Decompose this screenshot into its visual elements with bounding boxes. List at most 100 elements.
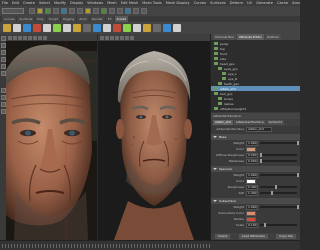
shelf-tool-icon[interactable] bbox=[23, 24, 31, 32]
slider-handle[interactable] bbox=[271, 191, 274, 195]
layout-single-icon[interactable] bbox=[0, 88, 6, 93]
color-swatch[interactable] bbox=[246, 216, 256, 222]
shelf-tool-icon[interactable] bbox=[103, 24, 111, 32]
shelf-tool-icon[interactable] bbox=[13, 24, 21, 32]
status-tool-icon[interactable] bbox=[61, 8, 67, 14]
attribute-value-input[interactable]: 1.000 bbox=[246, 140, 258, 146]
panel-tab[interactable]: Outliner bbox=[264, 34, 282, 40]
panel-bottom-button[interactable]: Select bbox=[215, 234, 231, 239]
menu-item[interactable]: Cache bbox=[277, 1, 288, 5]
slider-handle[interactable] bbox=[274, 185, 277, 189]
shelf-tool-icon[interactable] bbox=[43, 24, 51, 32]
shelf-tool-icon[interactable] bbox=[93, 24, 101, 32]
lasso-tool-icon[interactable] bbox=[0, 43, 6, 48]
shelf-tool-icon[interactable] bbox=[63, 24, 71, 32]
shelf-tool-icon[interactable] bbox=[143, 24, 151, 32]
shelf-tool-icon[interactable] bbox=[163, 24, 171, 32]
attribute-slider[interactable] bbox=[260, 173, 299, 177]
shelf-tool-icon[interactable] bbox=[123, 24, 131, 32]
shaded-icon[interactable] bbox=[23, 35, 27, 40]
attribute-slider[interactable] bbox=[260, 185, 297, 189]
menu-item[interactable]: Mesh bbox=[107, 1, 116, 5]
paint-select-icon[interactable] bbox=[0, 50, 6, 55]
attribute-value-input[interactable]: 0.100 bbox=[246, 222, 258, 228]
shelf-tool-icon[interactable] bbox=[173, 24, 181, 32]
shadows-icon[interactable] bbox=[38, 35, 42, 40]
outliner-item[interactable]: aiSkyDomeLight1 bbox=[211, 106, 300, 111]
status-tool-icon[interactable] bbox=[85, 8, 91, 14]
color-swatch[interactable] bbox=[246, 146, 256, 152]
mode-selector[interactable] bbox=[2, 8, 24, 14]
status-tool-icon[interactable] bbox=[93, 8, 99, 14]
attribute-value-input[interactable]: 0.000 bbox=[246, 152, 258, 158]
shelf-tool-icon[interactable] bbox=[33, 24, 41, 32]
shelf-tool-icon[interactable] bbox=[153, 24, 161, 32]
menu-item[interactable]: Select bbox=[39, 1, 50, 5]
menu-item[interactable]: Create bbox=[23, 1, 35, 5]
timeline[interactable] bbox=[0, 240, 300, 250]
scale-tool-icon[interactable] bbox=[0, 71, 6, 76]
status-tool-icon[interactable] bbox=[133, 8, 139, 14]
snapshot-icon[interactable] bbox=[110, 35, 114, 40]
slider-handle[interactable] bbox=[260, 153, 262, 157]
shelf-tool-icon[interactable] bbox=[83, 24, 91, 32]
attribute-slider[interactable] bbox=[260, 223, 297, 227]
layout-four-icon[interactable] bbox=[0, 95, 6, 100]
menu-item[interactable]: Deform bbox=[230, 1, 243, 5]
shelf-tool-icon[interactable] bbox=[73, 24, 81, 32]
ae-node-tab[interactable]: aiSkin_shd bbox=[213, 120, 233, 125]
viewport-render[interactable] bbox=[98, 41, 210, 240]
attribute-slider[interactable] bbox=[260, 141, 299, 145]
viewport-closeup[interactable] bbox=[6, 41, 97, 240]
panel-bottom-button[interactable]: Load Attributes bbox=[238, 234, 268, 239]
color-swatch[interactable] bbox=[246, 210, 256, 216]
attribute-slider[interactable] bbox=[260, 191, 297, 195]
wireframe-icon[interactable] bbox=[18, 35, 22, 40]
shelf-tool-icon[interactable] bbox=[133, 24, 141, 32]
attribute-value-input[interactable]: 1.400 bbox=[246, 190, 258, 196]
slider-handle[interactable] bbox=[260, 159, 262, 163]
rotate-tool-icon[interactable] bbox=[0, 64, 6, 69]
menu-item[interactable]: File bbox=[2, 1, 8, 5]
shelf-tool-icon[interactable] bbox=[113, 24, 121, 32]
menu-item[interactable]: Modify bbox=[54, 1, 66, 5]
attribute-slider[interactable] bbox=[260, 159, 297, 163]
attribute-value-input[interactable]: 0.000 bbox=[246, 158, 258, 164]
grid-icon[interactable] bbox=[13, 35, 17, 40]
move-tool-icon[interactable] bbox=[0, 57, 6, 62]
lights-icon[interactable] bbox=[33, 35, 37, 40]
slider-handle[interactable] bbox=[297, 173, 299, 177]
shelf-tool-icon[interactable] bbox=[53, 24, 61, 32]
panel-bottom-button[interactable]: Copy Tab bbox=[276, 234, 296, 239]
camera-icon[interactable] bbox=[8, 35, 12, 40]
ae-node-tab[interactable]: lambert1 bbox=[266, 120, 285, 125]
status-tool-icon[interactable] bbox=[37, 8, 43, 14]
slider-handle[interactable] bbox=[297, 205, 299, 209]
status-tool-icon[interactable] bbox=[141, 8, 147, 14]
isolate-icon[interactable] bbox=[43, 35, 47, 40]
status-tool-icon[interactable] bbox=[69, 8, 75, 14]
gamma-icon[interactable] bbox=[120, 35, 124, 40]
menu-item[interactable]: Mesh Display bbox=[166, 1, 190, 5]
attribute-value-input[interactable]: 0.400 bbox=[246, 184, 258, 190]
menu-item[interactable]: Surfaces bbox=[210, 1, 226, 5]
status-tool-icon[interactable] bbox=[117, 8, 123, 14]
panel-tab[interactable]: Attribute Editor bbox=[236, 34, 264, 40]
attribute-value-input[interactable]: 1.000 bbox=[246, 204, 258, 210]
status-tool-icon[interactable] bbox=[101, 8, 107, 14]
layout-side-icon[interactable] bbox=[0, 102, 6, 107]
ae-node-tab[interactable]: aiStandardSurface bbox=[233, 120, 266, 125]
status-tool-icon[interactable] bbox=[109, 8, 115, 14]
slider-handle[interactable] bbox=[297, 141, 299, 145]
ipr-icon[interactable] bbox=[105, 35, 109, 40]
attribute-slider[interactable] bbox=[260, 153, 297, 157]
status-tool-icon[interactable] bbox=[77, 8, 83, 14]
status-tool-icon[interactable] bbox=[45, 8, 51, 14]
menu-item[interactable]: Arnold bbox=[292, 1, 300, 5]
layout-outliner-icon[interactable] bbox=[0, 109, 6, 114]
menu-item[interactable]: Generate bbox=[256, 1, 273, 5]
exposure-icon[interactable] bbox=[115, 35, 119, 40]
menu-item[interactable]: UV bbox=[247, 1, 252, 5]
menu-item[interactable]: Windows bbox=[87, 1, 103, 5]
shelf-tool-icon[interactable] bbox=[3, 24, 11, 32]
